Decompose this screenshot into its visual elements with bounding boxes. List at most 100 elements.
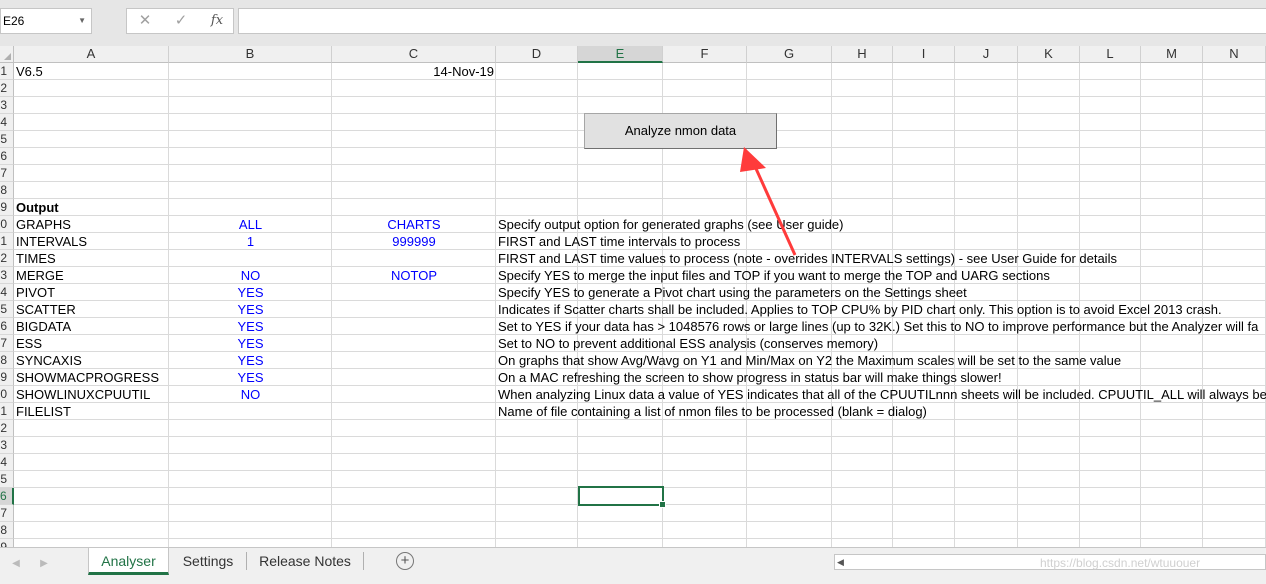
row-header[interactable]: 0 <box>0 386 14 403</box>
name-box[interactable]: E26 ▼ <box>0 8 92 34</box>
cell-b11[interactable]: 1 <box>169 233 332 250</box>
cell-a19[interactable]: SHOWMACPROGRESS <box>14 369 169 386</box>
column-header-h[interactable]: H <box>832 46 893 63</box>
cell-d12[interactable]: FIRST and LAST time values to process (n… <box>496 250 1266 267</box>
column-header-g[interactable]: G <box>747 46 832 63</box>
cell-d16[interactable]: Set to YES if your data has > 1048576 ro… <box>496 318 1266 335</box>
row-header[interactable]: 9 <box>0 369 14 386</box>
cell-d17[interactable]: Set to NO to prevent additional ESS anal… <box>496 335 1266 352</box>
cell-d18[interactable]: On graphs that show Avg/Wavg on Y1 and M… <box>496 352 1266 369</box>
column-header-j[interactable]: J <box>955 46 1018 63</box>
cell-d20[interactable]: When analyzing Linux data a value of YES… <box>496 386 1266 403</box>
cell-d11[interactable]: FIRST and LAST time intervals to process <box>496 233 1266 250</box>
row-header[interactable]: 5 <box>0 471 14 488</box>
row-header[interactable]: 1 <box>0 63 14 80</box>
formula-input[interactable] <box>238 8 1266 34</box>
cancel-icon[interactable]: ✕ <box>131 9 159 33</box>
cell-a12[interactable]: TIMES <box>14 250 169 267</box>
cell-b17[interactable]: YES <box>169 335 332 352</box>
cell-b13[interactable]: NO <box>169 267 332 284</box>
cell-d19[interactable]: On a MAC refreshing the screen to show p… <box>496 369 1266 386</box>
analyze-nmon-data-button[interactable]: Analyze nmon data <box>584 113 777 149</box>
column-header-m[interactable]: M <box>1141 46 1203 63</box>
cell-b19[interactable]: YES <box>169 369 332 386</box>
cell-c10[interactable]: CHARTS <box>332 216 496 233</box>
column-header-i[interactable]: I <box>893 46 955 63</box>
row-header[interactable]: 0 <box>0 216 14 233</box>
select-all-corner[interactable] <box>0 46 14 63</box>
column-header-d[interactable]: D <box>496 46 578 63</box>
cell-b15[interactable]: YES <box>169 301 332 318</box>
column-header-e[interactable]: E <box>578 46 663 63</box>
row-header[interactable]: 2 <box>0 420 14 437</box>
row-header[interactable]: 1 <box>0 233 14 250</box>
cell-d15[interactable]: Indicates if Scatter charts shall be inc… <box>496 301 1266 318</box>
row-header[interactable]: 7 <box>0 165 14 182</box>
row-header[interactable]: 8 <box>0 522 14 539</box>
column-header-n[interactable]: N <box>1203 46 1266 63</box>
row-header[interactable]: 1 <box>0 403 14 420</box>
row-header[interactable]: 6 <box>0 318 14 335</box>
column-header-c[interactable]: C <box>332 46 496 63</box>
cell-b14[interactable]: YES <box>169 284 332 301</box>
cell-a16[interactable]: BIGDATA <box>14 318 169 335</box>
row-header[interactable]: 9 <box>0 199 14 216</box>
cell-d14[interactable]: Specify YES to generate a Pivot chart us… <box>496 284 1266 301</box>
cell-b16[interactable]: YES <box>169 318 332 335</box>
tab-release-notes[interactable]: Release Notes <box>248 548 362 575</box>
row-header[interactable]: 4 <box>0 284 14 301</box>
column-header-l[interactable]: L <box>1080 46 1141 63</box>
scroll-left-icon[interactable]: ◀ <box>837 555 844 569</box>
cell-a21[interactable]: FILELIST <box>14 403 169 420</box>
row-header[interactable]: 5 <box>0 131 14 148</box>
row-header[interactable]: 6 <box>0 148 14 165</box>
prev-sheet-icon[interactable]: ◀ <box>6 554 26 574</box>
cell-a1[interactable]: V6.5 <box>14 63 169 80</box>
tab-analyser[interactable]: Analyser <box>88 548 169 575</box>
row-header[interactable]: 3 <box>0 267 14 284</box>
add-sheet-icon[interactable]: + <box>396 552 414 570</box>
column-header-f[interactable]: F <box>663 46 747 63</box>
row-header[interactable]: 6 <box>0 488 14 505</box>
column-header-a[interactable]: A <box>14 46 169 63</box>
row-header[interactable]: 7 <box>0 335 14 352</box>
row-header[interactable]: 8 <box>0 182 14 199</box>
cell-c1[interactable]: 14-Nov-19 <box>332 63 496 80</box>
chevron-down-icon[interactable]: ▼ <box>78 9 86 33</box>
row-header[interactable]: 2 <box>0 250 14 267</box>
cell-a20[interactable]: SHOWLINUXCPUUTIL <box>14 386 169 403</box>
cell-a13[interactable]: MERGE <box>14 267 169 284</box>
cell-a9[interactable]: Output <box>14 199 169 216</box>
row-header[interactable]: 5 <box>0 301 14 318</box>
next-sheet-icon[interactable]: ▶ <box>34 554 54 574</box>
row-header[interactable]: 7 <box>0 505 14 522</box>
name-box-value: E26 <box>3 14 25 28</box>
insert-function-icon[interactable]: fx <box>203 9 231 33</box>
row-header[interactable]: 8 <box>0 352 14 369</box>
cell-a10[interactable]: GRAPHS <box>14 216 169 233</box>
cell-a15[interactable]: SCATTER <box>14 301 169 318</box>
selected-cell-e26[interactable] <box>578 486 666 508</box>
row-header[interactable]: 4 <box>0 454 14 471</box>
cell-a14[interactable]: PIVOT <box>14 284 169 301</box>
column-header-k[interactable]: K <box>1018 46 1080 63</box>
cell-b20[interactable]: NO <box>169 386 332 403</box>
row-header[interactable]: 2 <box>0 80 14 97</box>
cell-a11[interactable]: INTERVALS <box>14 233 169 250</box>
cell-c11[interactable]: 999999 <box>332 233 496 250</box>
cell-b10[interactable]: ALL <box>169 216 332 233</box>
row-header[interactable]: 4 <box>0 114 14 131</box>
cell-a18[interactable]: SYNCAXIS <box>14 352 169 369</box>
column-header-b[interactable]: B <box>169 46 332 63</box>
enter-icon[interactable]: ✓ <box>167 9 195 33</box>
cell-c13[interactable]: NOTOP <box>332 267 496 284</box>
tab-settings[interactable]: Settings <box>170 548 246 575</box>
row-header[interactable]: 3 <box>0 97 14 114</box>
cell-d10[interactable]: Specify output option for generated grap… <box>496 216 1266 233</box>
cell-b18[interactable]: YES <box>169 352 332 369</box>
watermark: https://blog.csdn.net/wtuuouer <box>1040 556 1201 570</box>
cell-d21[interactable]: Name of file containing a list of nmon f… <box>496 403 1266 420</box>
cell-d13[interactable]: Specify YES to merge the input files and… <box>496 267 1266 284</box>
cell-a17[interactable]: ESS <box>14 335 169 352</box>
row-header[interactable]: 3 <box>0 437 14 454</box>
